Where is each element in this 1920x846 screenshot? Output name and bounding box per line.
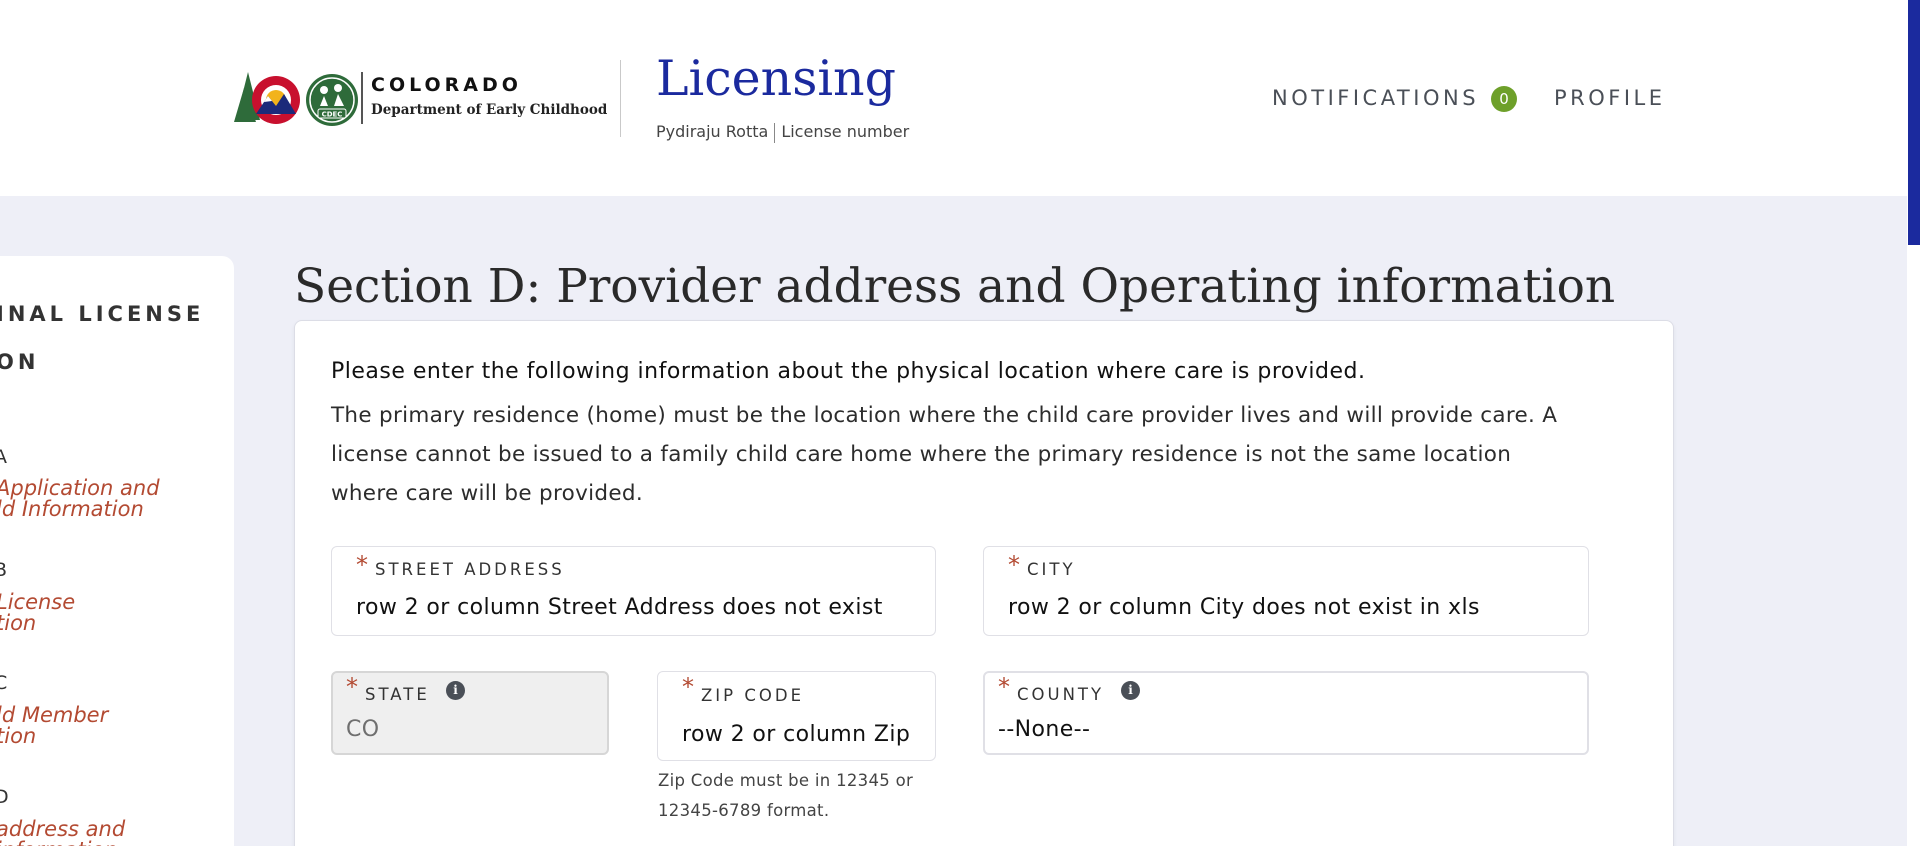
county-select[interactable]: * COUNTY i --None-- (983, 671, 1589, 755)
app-title: Licensing (656, 50, 896, 107)
zip-code-help-line2: 12345-6789 format. (658, 801, 830, 820)
state-field: * STATE i CO (331, 671, 609, 755)
sidebar-step-c-link-line2[interactable]: tion (0, 726, 36, 747)
logo-department-name: Department of Early Childhood (371, 102, 608, 118)
sidebar-step-a-link-line1[interactable]: Application and (0, 478, 160, 499)
user-info: Pydiraju Rotta License number (656, 122, 909, 143)
sidebar-heading-line2: ON (0, 350, 40, 374)
user-name: Pydiraju Rotta (656, 122, 769, 141)
sidebar-step-b-link-line2[interactable]: tion (0, 613, 36, 634)
user-info-separator (774, 122, 776, 143)
sidebar-step-b-link-line1[interactable]: License (0, 592, 75, 613)
colorado-flag-mountain-icon (234, 72, 300, 124)
sidebar-step-d-link-line2[interactable]: information (0, 840, 118, 846)
sidebar-heading-line1: INAL LICENSE (0, 302, 205, 326)
sidebar-step-letter-c: C (0, 672, 8, 694)
state-info-icon[interactable]: i (446, 681, 465, 700)
sidebar-step-d-link-line1[interactable]: address and (0, 819, 125, 840)
county-selected-value[interactable]: --None-- (998, 717, 1090, 742)
county-info-icon[interactable]: i (1121, 681, 1140, 700)
zip-code-help-text: Zip Code must be in 12345 or 12345-6789 … (658, 766, 928, 826)
street-address-field[interactable]: * STREET ADDRESS row 2 or column Street … (331, 546, 936, 636)
primary-residence-text: The primary residence (home) must be the… (331, 396, 1621, 513)
county-label: COUNTY (1017, 685, 1105, 704)
section-sidebar: INAL LICENSE ON A Application and ld Inf… (0, 256, 234, 846)
sidebar-step-letter-a: A (0, 446, 7, 468)
state-label: STATE (365, 685, 430, 704)
section-title: Section D: Provider address and Operatin… (294, 259, 1616, 314)
notifications-count-badge: 0 (1491, 86, 1518, 112)
required-asterisk: * (1008, 551, 1020, 579)
primary-residence-text-line3: where care will be provided. (331, 481, 643, 506)
city-label: CITY (1027, 560, 1076, 579)
required-asterisk: * (346, 673, 358, 701)
page-scrollbar-thumb[interactable] (1908, 0, 1920, 245)
notifications-link[interactable]: NOTIFICATIONS 0 (1272, 86, 1518, 112)
zip-code-label: ZIP CODE (701, 686, 805, 705)
street-address-input[interactable]: row 2 or column Street Address does not … (356, 595, 911, 620)
header-divider (620, 60, 621, 137)
license-number-label: License number (781, 122, 910, 141)
cdec-emblem-text: CDEC (322, 111, 343, 119)
top-header: CDEC COLORADO Department of Early Childh… (0, 0, 1907, 196)
intro-text: Please enter the following information a… (331, 359, 1366, 384)
required-asterisk: * (998, 673, 1010, 701)
primary-residence-text-line2: license cannot be issued to a family chi… (331, 442, 1512, 467)
zip-code-field[interactable]: * ZIP CODE row 2 or column Zip Code does… (657, 671, 936, 761)
required-asterisk: * (356, 551, 368, 579)
logo-state-word: COLORADO (371, 74, 522, 96)
sidebar-step-letter-d: D (0, 786, 9, 808)
sidebar-step-letter-b: B (0, 559, 8, 581)
profile-link[interactable]: PROFILE (1554, 86, 1666, 110)
street-address-label: STREET ADDRESS (375, 560, 565, 579)
zip-code-help-line1: Zip Code must be in 12345 or (658, 771, 914, 790)
zip-code-input[interactable]: row 2 or column Zip Code does not exist (682, 722, 914, 747)
cdec-emblem-icon: CDEC (306, 74, 358, 126)
sidebar-step-a-link-line2[interactable]: ld Information (0, 499, 144, 520)
city-input[interactable]: row 2 or column City does not exist in x… (1008, 595, 1563, 620)
primary-residence-text-line1: The primary residence (home) must be the… (331, 403, 1558, 428)
sidebar-step-c-link-line1[interactable]: ld Member (0, 705, 108, 726)
notifications-label: NOTIFICATIONS (1272, 86, 1480, 110)
required-asterisk: * (682, 673, 694, 701)
city-field[interactable]: * CITY row 2 or column City does not exi… (983, 546, 1589, 636)
state-input: CO (346, 717, 380, 742)
cdec-logo[interactable]: CDEC COLORADO Department of Early Childh… (234, 68, 607, 128)
logo-separator (361, 72, 363, 124)
